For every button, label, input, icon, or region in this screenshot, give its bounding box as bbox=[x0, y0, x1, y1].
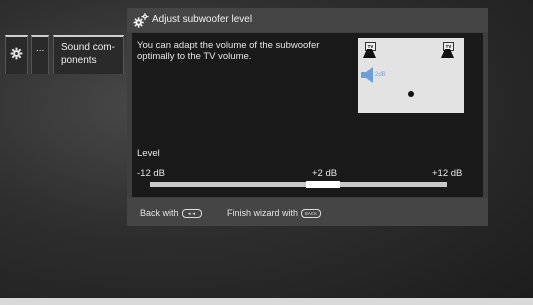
level-slider-thumb[interactable] bbox=[306, 181, 340, 188]
level-label: Level bbox=[137, 148, 160, 159]
dialog-title: Adjust subwoofer level bbox=[152, 14, 253, 25]
finish-hint[interactable]: Finish wizard with BACK bbox=[227, 208, 322, 219]
left-speaker-icon bbox=[363, 49, 376, 58]
listener-position bbox=[408, 91, 414, 97]
dialog-header: Adjust subwoofer level bbox=[127, 8, 488, 32]
dialog-body: You can adapt the volume of the subwoofe… bbox=[132, 33, 483, 197]
finish-hint-text: Finish wizard with bbox=[227, 208, 299, 218]
level-slider[interactable] bbox=[150, 181, 447, 188]
right-speaker: TV bbox=[441, 42, 454, 58]
back-hint[interactable]: Back with ◄◄ bbox=[140, 208, 202, 219]
subwoofer-icon bbox=[361, 67, 373, 83]
level-max-label: +12 dB bbox=[432, 168, 463, 179]
menu-settings-tab[interactable] bbox=[5, 35, 28, 74]
level-current-label: +2 dB bbox=[312, 168, 338, 179]
gears-icon bbox=[133, 13, 149, 28]
left-speaker: TV bbox=[363, 42, 376, 58]
gear-icon bbox=[10, 47, 23, 60]
subwoofer-dialog: Adjust subwoofer level You can adapt the… bbox=[127, 8, 488, 226]
back-key-icon: BACK bbox=[301, 209, 322, 219]
rewind-key-icon: ◄◄ bbox=[181, 209, 202, 219]
level-min-label: -12 dB bbox=[137, 168, 165, 179]
menu-sound-components-tab[interactable]: Sound com- ponents bbox=[53, 35, 124, 74]
sound-components-label: Sound com- ponents bbox=[61, 42, 115, 66]
right-speaker-icon bbox=[441, 49, 454, 58]
screen-bottom-bar bbox=[0, 298, 533, 305]
menu-more-tab[interactable]: ... bbox=[31, 35, 49, 74]
dialog-description: You can adapt the volume of the subwoofe… bbox=[137, 40, 320, 62]
back-hint-text: Back with bbox=[140, 208, 179, 218]
more-label: ... bbox=[36, 43, 45, 54]
dialog-footer: Back with ◄◄ Finish wizard with BACK bbox=[127, 198, 488, 226]
subwoofer-level-label: 2dB bbox=[375, 72, 386, 78]
room-diagram: TV TV 2dB bbox=[358, 38, 464, 113]
